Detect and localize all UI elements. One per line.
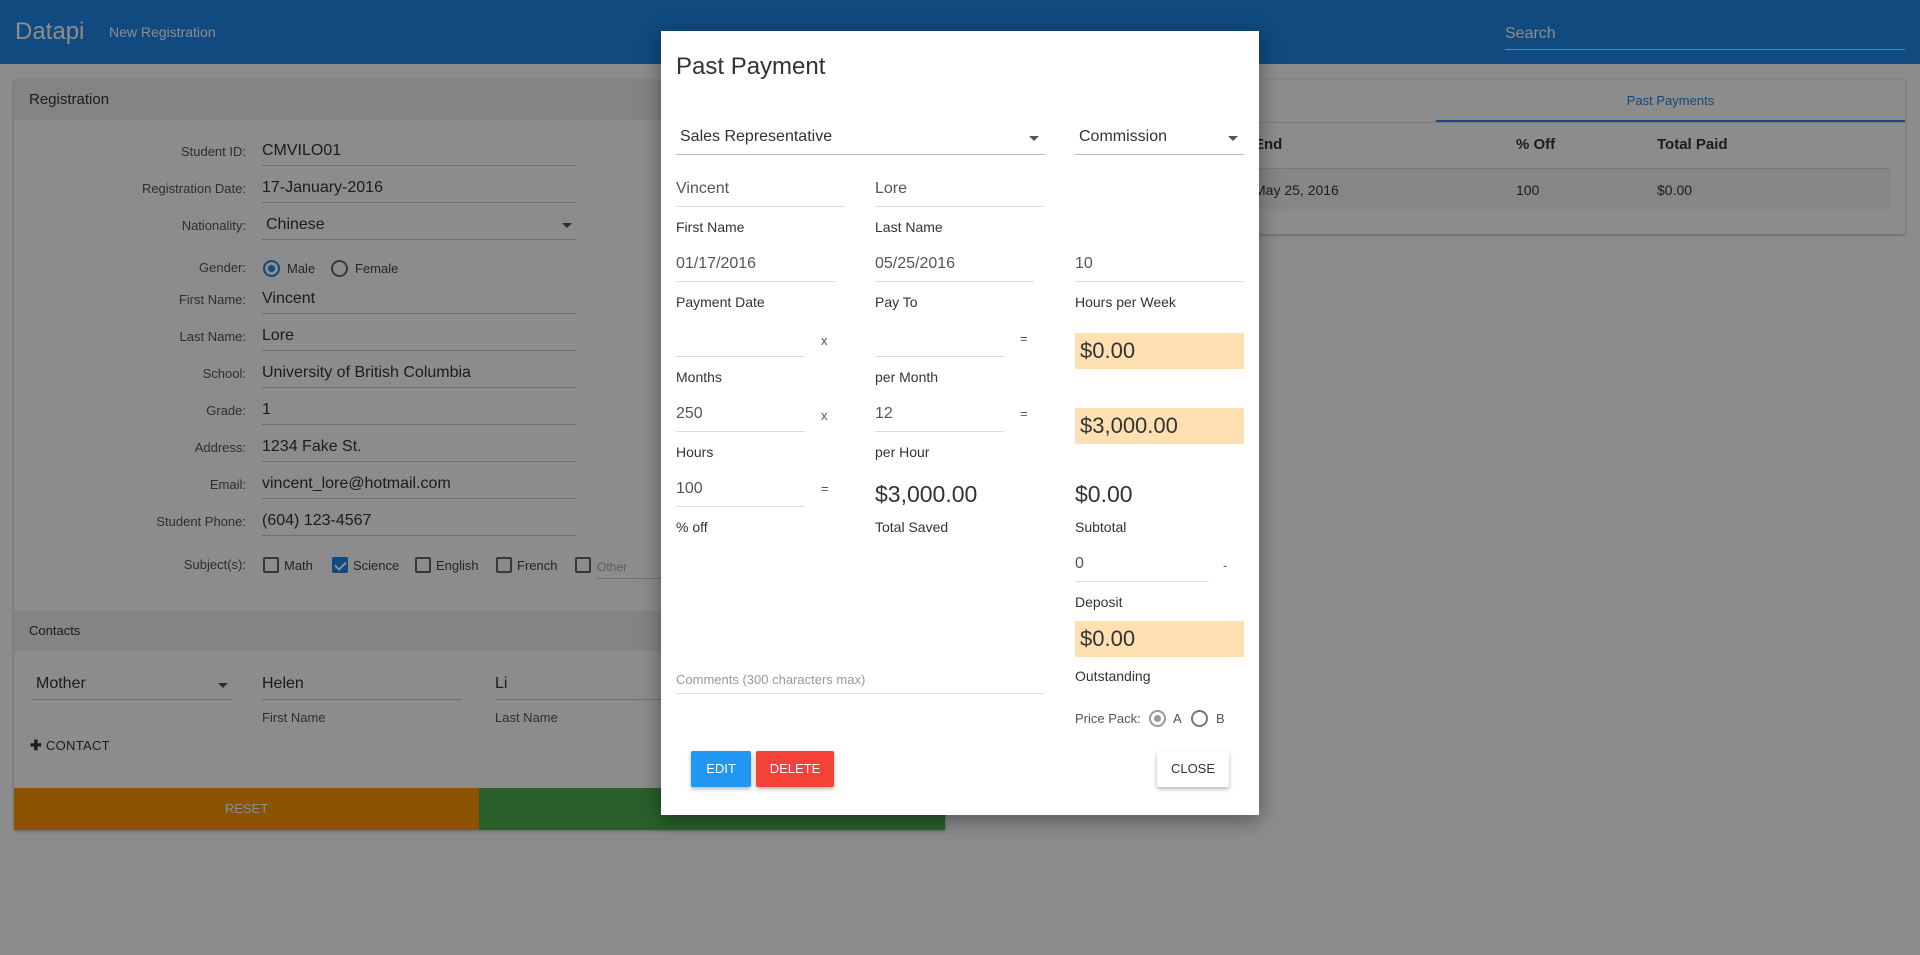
chevron-down-icon — [1029, 136, 1039, 141]
outstanding-value: $0.00 — [1075, 621, 1244, 657]
per-hour-input[interactable]: 12 — [875, 402, 1004, 432]
price-pack-a-label: A — [1173, 711, 1182, 726]
equals-operator: = — [1020, 331, 1028, 346]
sales-representative-value: Sales Representative — [680, 128, 833, 145]
months-input[interactable] — [676, 327, 805, 357]
last-name-input[interactable]: Lore — [875, 177, 1044, 207]
first-name-input[interactable]: Vincent — [676, 177, 845, 207]
months-label: Months — [676, 369, 722, 385]
total-saved-value: $3,000.00 — [875, 481, 978, 507]
dialog-title: Past Payment — [676, 53, 826, 80]
per-month-input[interactable] — [875, 327, 1004, 357]
past-payment-dialog: Past Payment Sales Representative Commis… — [661, 31, 1259, 815]
monthly-total-value: $0.00 — [1075, 333, 1244, 369]
subtotal-value: $0.00 — [1075, 481, 1133, 507]
close-button[interactable]: CLOSE — [1157, 751, 1229, 787]
payment-date-input[interactable]: 01/17/2016 — [676, 252, 835, 282]
deposit-label: Deposit — [1075, 594, 1123, 610]
first-name-label: First Name — [676, 219, 745, 235]
times-operator: x — [821, 408, 828, 423]
total-saved-label: Total Saved — [875, 519, 949, 535]
outstanding-label: Outstanding — [1075, 668, 1151, 684]
sales-representative-select[interactable]: Sales Representative — [676, 123, 1045, 155]
price-pack-b-label: B — [1216, 711, 1225, 726]
last-name-label: Last Name — [875, 219, 943, 235]
equals-operator: = — [821, 481, 829, 496]
hours-input[interactable]: 250 — [676, 402, 805, 432]
payment-date-label: Payment Date — [676, 294, 765, 310]
commission-select[interactable]: Commission — [1075, 123, 1244, 155]
price-pack-b-radio[interactable] — [1191, 710, 1208, 727]
pay-to-input[interactable]: 05/25/2016 — [875, 252, 1034, 282]
pay-to-label: Pay To — [875, 294, 918, 310]
hours-label: Hours — [676, 444, 714, 460]
minus-operator: - — [1223, 558, 1228, 573]
per-hour-label: per Hour — [875, 444, 930, 460]
percent-off-input[interactable]: 100 — [676, 477, 805, 507]
deposit-input[interactable]: 0 — [1075, 552, 1209, 582]
commission-value: Commission — [1079, 128, 1168, 145]
price-pack-a-radio[interactable] — [1149, 710, 1166, 727]
hourly-total-value: $3,000.00 — [1075, 408, 1244, 444]
price-pack-label: Price Pack: — [1075, 711, 1141, 726]
subtotal-label: Subtotal — [1075, 519, 1127, 535]
edit-button[interactable]: EDIT — [691, 751, 751, 787]
times-operator: x — [821, 333, 828, 348]
comments-placeholder: Comments (300 characters max) — [676, 672, 866, 687]
percent-off-label: % off — [676, 519, 708, 535]
delete-button[interactable]: DELETE — [756, 751, 834, 787]
hours-per-week-input[interactable]: 10 — [1075, 252, 1244, 282]
per-month-label: per Month — [875, 369, 939, 385]
equals-operator: = — [1020, 406, 1028, 421]
hours-per-week-label: Hours per Week — [1075, 294, 1176, 310]
chevron-down-icon — [1228, 136, 1238, 141]
